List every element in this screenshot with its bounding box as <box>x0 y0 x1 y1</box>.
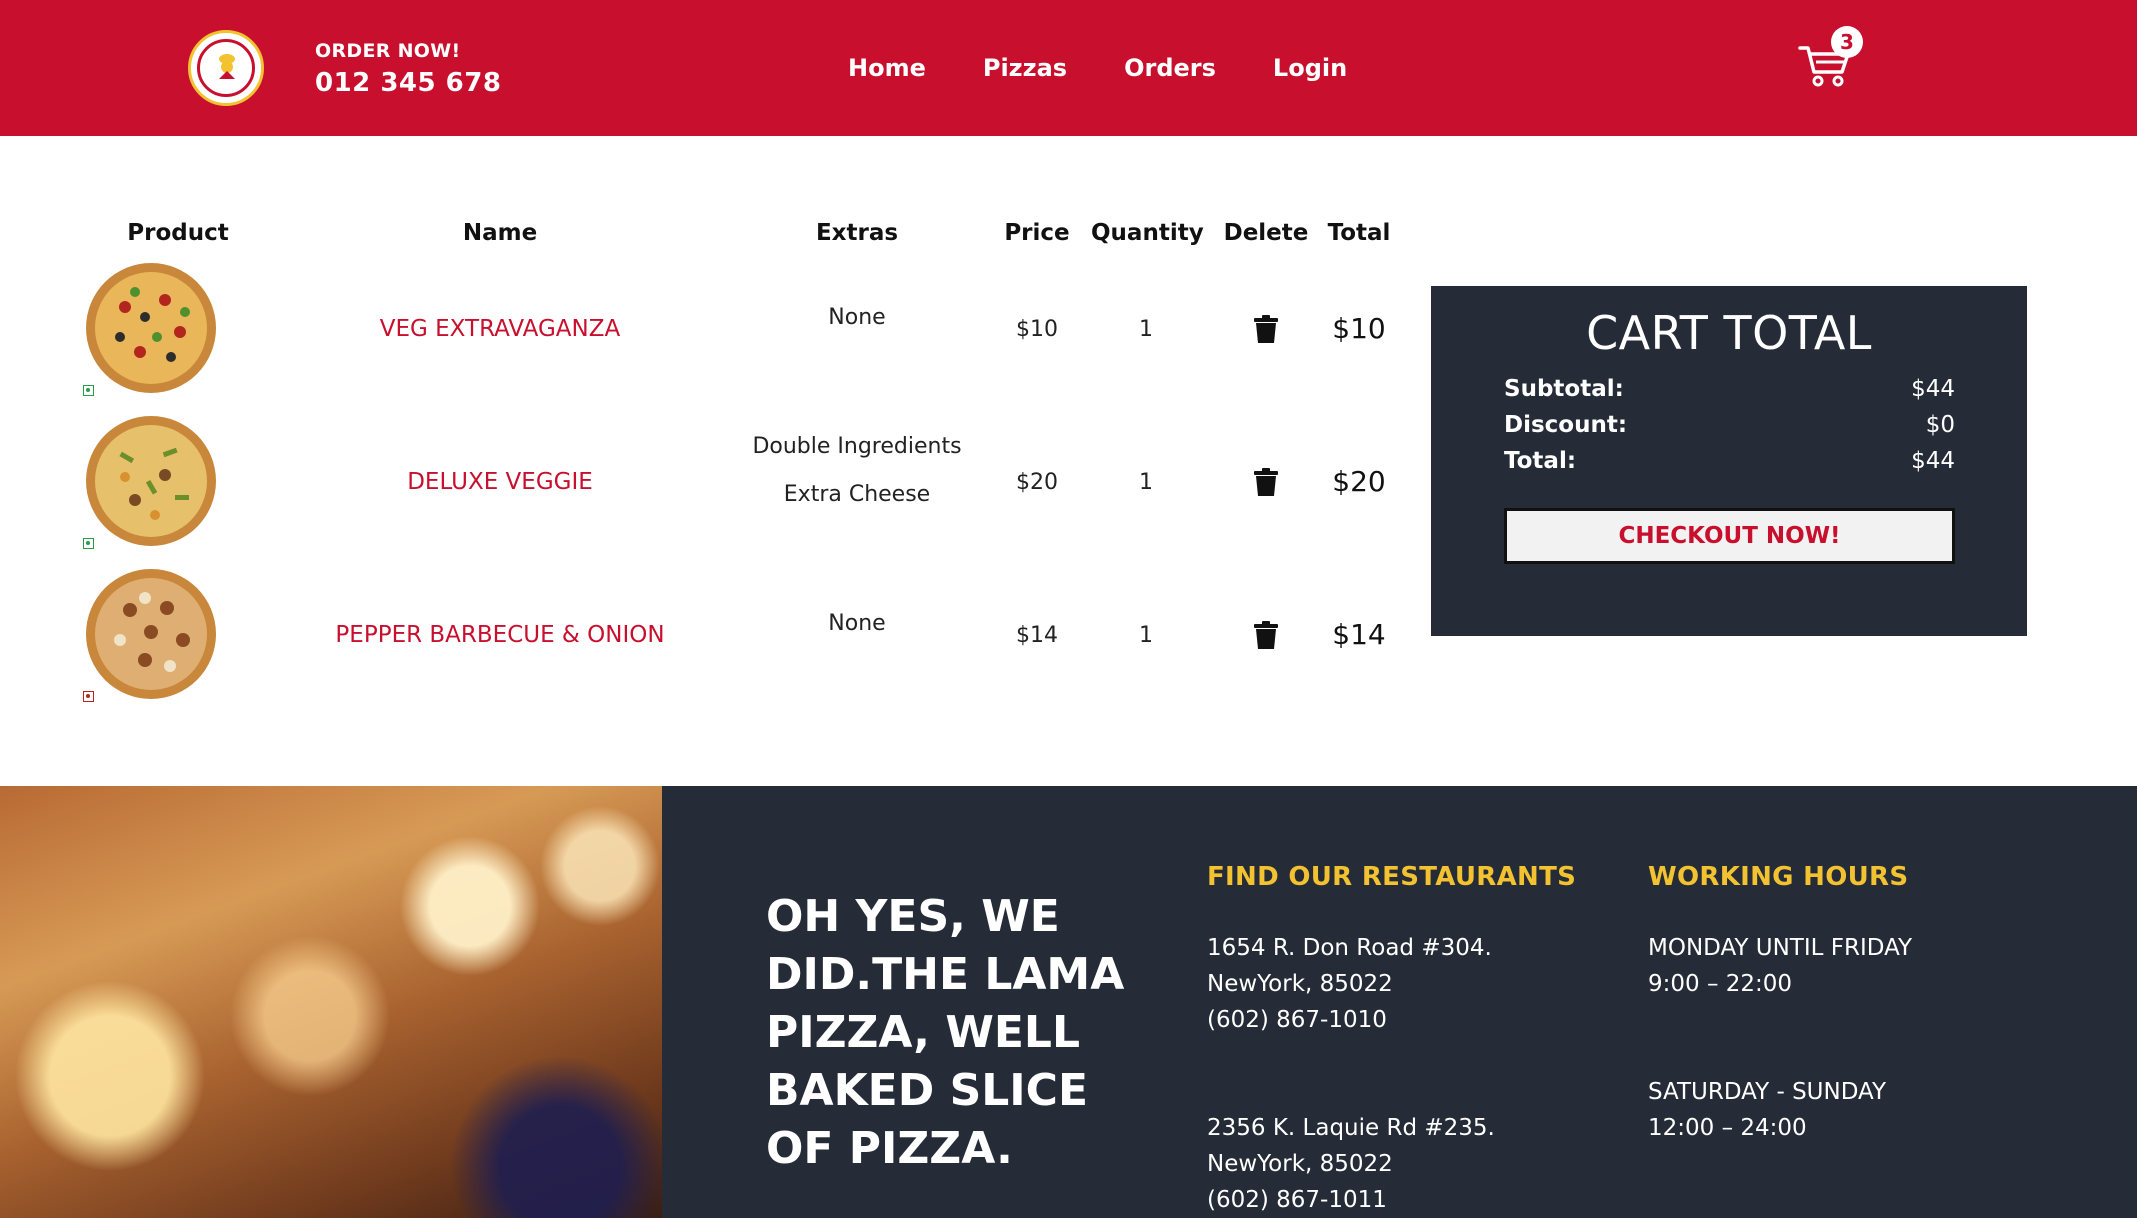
veg-indicator <box>83 385 94 396</box>
pizza-image-veg-extravaganza <box>86 263 216 393</box>
item-price: $20 <box>1016 470 1058 495</box>
checkout-button[interactable]: CHECKOUT NOW! <box>1504 508 1955 564</box>
cart-count-badge: 3 <box>1831 26 1863 58</box>
col-header-name: Name <box>462 220 538 246</box>
order-now-label: ORDER NOW! <box>315 40 461 62</box>
col-header-delete: Delete <box>1223 220 1309 246</box>
nav-pizzas[interactable]: Pizzas <box>983 54 1067 82</box>
logo[interactable] <box>188 30 264 106</box>
footer: OH YES, WE DID.THE LAMA PIZZA, WELL BAKE… <box>0 786 2137 1218</box>
hours-time: 12:00 – 24:00 <box>1648 1115 1807 1141</box>
working-hours-title: WORKING HOURS <box>1648 862 1909 892</box>
nav-orders[interactable]: Orders <box>1124 54 1216 82</box>
discount-value: $0 <box>1925 412 1955 438</box>
trash-icon[interactable] <box>1252 620 1280 650</box>
address-city: NewYork, 85022 <box>1207 1151 1393 1177</box>
hours-time: 9:00 – 22:00 <box>1648 971 1793 997</box>
non-veg-indicator <box>83 691 94 702</box>
trash-icon[interactable] <box>1252 314 1280 344</box>
col-header-product: Product <box>127 220 229 246</box>
footer-background-photo <box>0 786 662 1218</box>
subtotal-value: $44 <box>1911 376 1955 402</box>
trash-icon[interactable] <box>1252 467 1280 497</box>
cart-total-panel: CART TOTAL Subtotal: $44 Discount: $0 To… <box>1431 286 2027 636</box>
item-quantity: 1 <box>1139 623 1153 648</box>
col-header-total: Total <box>1327 220 1391 246</box>
item-name[interactable]: VEG EXTRAVAGANZA <box>300 316 700 342</box>
cart-total-title: CART TOTAL <box>1586 306 1872 360</box>
footer-slogan: OH YES, WE DID.THE LAMA PIZZA, WELL BAKE… <box>766 891 1125 1174</box>
total-label: Total: <box>1504 448 1577 474</box>
hours-block: SATURDAY - SUNDAY 12:00 – 24:00 <box>1648 1074 1886 1146</box>
nav-login[interactable]: Login <box>1273 54 1347 82</box>
chef-icon <box>219 54 235 79</box>
order-phone[interactable]: 012 345 678 <box>315 68 501 98</box>
address-phone[interactable]: (602) 867-1011 <box>1207 1182 1495 1218</box>
item-extras: Double Ingredients Extra Cheese <box>707 423 1007 519</box>
item-price: $14 <box>1016 623 1058 648</box>
total-line: Total: $44 <box>1504 448 1955 474</box>
restaurants-title: FIND OUR RESTAURANTS <box>1207 862 1577 892</box>
address-city: NewYork, 85022 <box>1207 971 1393 997</box>
hours-block: MONDAY UNTIL FRIDAY 9:00 – 22:00 <box>1648 930 1912 1002</box>
pizza-image-pepper-barbecue-onion <box>86 569 216 699</box>
col-header-price: Price <box>1004 220 1070 246</box>
item-quantity: 1 <box>1139 317 1153 342</box>
item-quantity: 1 <box>1139 470 1153 495</box>
extra-option: Double Ingredients <box>752 434 962 459</box>
hours-days: MONDAY UNTIL FRIDAY <box>1648 935 1913 961</box>
item-extras: None <box>707 600 1007 648</box>
nav-home[interactable]: Home <box>848 54 926 82</box>
pizza-image-deluxe-veggie <box>86 416 216 546</box>
col-header-extras: Extras <box>815 220 899 246</box>
item-extras: None <box>707 294 1007 342</box>
address-phone[interactable]: (602) 867-1010 <box>1207 1002 1492 1038</box>
restaurant-address: 1654 R. Don Road #304. NewYork, 85022 (6… <box>1207 930 1492 1038</box>
subtotal-line: Subtotal: $44 <box>1504 376 1955 402</box>
extra-option: Extra Cheese <box>783 482 931 507</box>
item-total: $10 <box>1332 312 1386 345</box>
item-total: $20 <box>1332 465 1386 498</box>
extra-option: None <box>828 305 886 330</box>
total-value: $44 <box>1911 448 1955 474</box>
discount-line: Discount: $0 <box>1504 412 1955 438</box>
address-line: 1654 R. Don Road #304. <box>1207 935 1492 961</box>
restaurant-address: 2356 K. Laquie Rd #235. NewYork, 85022 (… <box>1207 1110 1495 1218</box>
address-line: 2356 K. Laquie Rd #235. <box>1207 1115 1495 1141</box>
veg-indicator <box>83 538 94 549</box>
item-name[interactable]: PEPPER BARBECUE & ONION <box>300 622 700 648</box>
item-name[interactable]: DELUXE VEGGIE <box>300 469 700 495</box>
subtotal-label: Subtotal: <box>1504 376 1624 402</box>
hours-days: SATURDAY - SUNDAY <box>1648 1079 1887 1105</box>
discount-label: Discount: <box>1504 412 1628 438</box>
main-menu: Home Pizzas Orders Login <box>848 54 1347 82</box>
item-total: $14 <box>1332 618 1386 651</box>
extra-option: None <box>828 611 886 636</box>
item-price: $10 <box>1016 317 1058 342</box>
col-header-quantity: Quantity <box>1091 220 1204 246</box>
navbar: ORDER NOW! 012 345 678 Home Pizzas Order… <box>0 0 2137 136</box>
